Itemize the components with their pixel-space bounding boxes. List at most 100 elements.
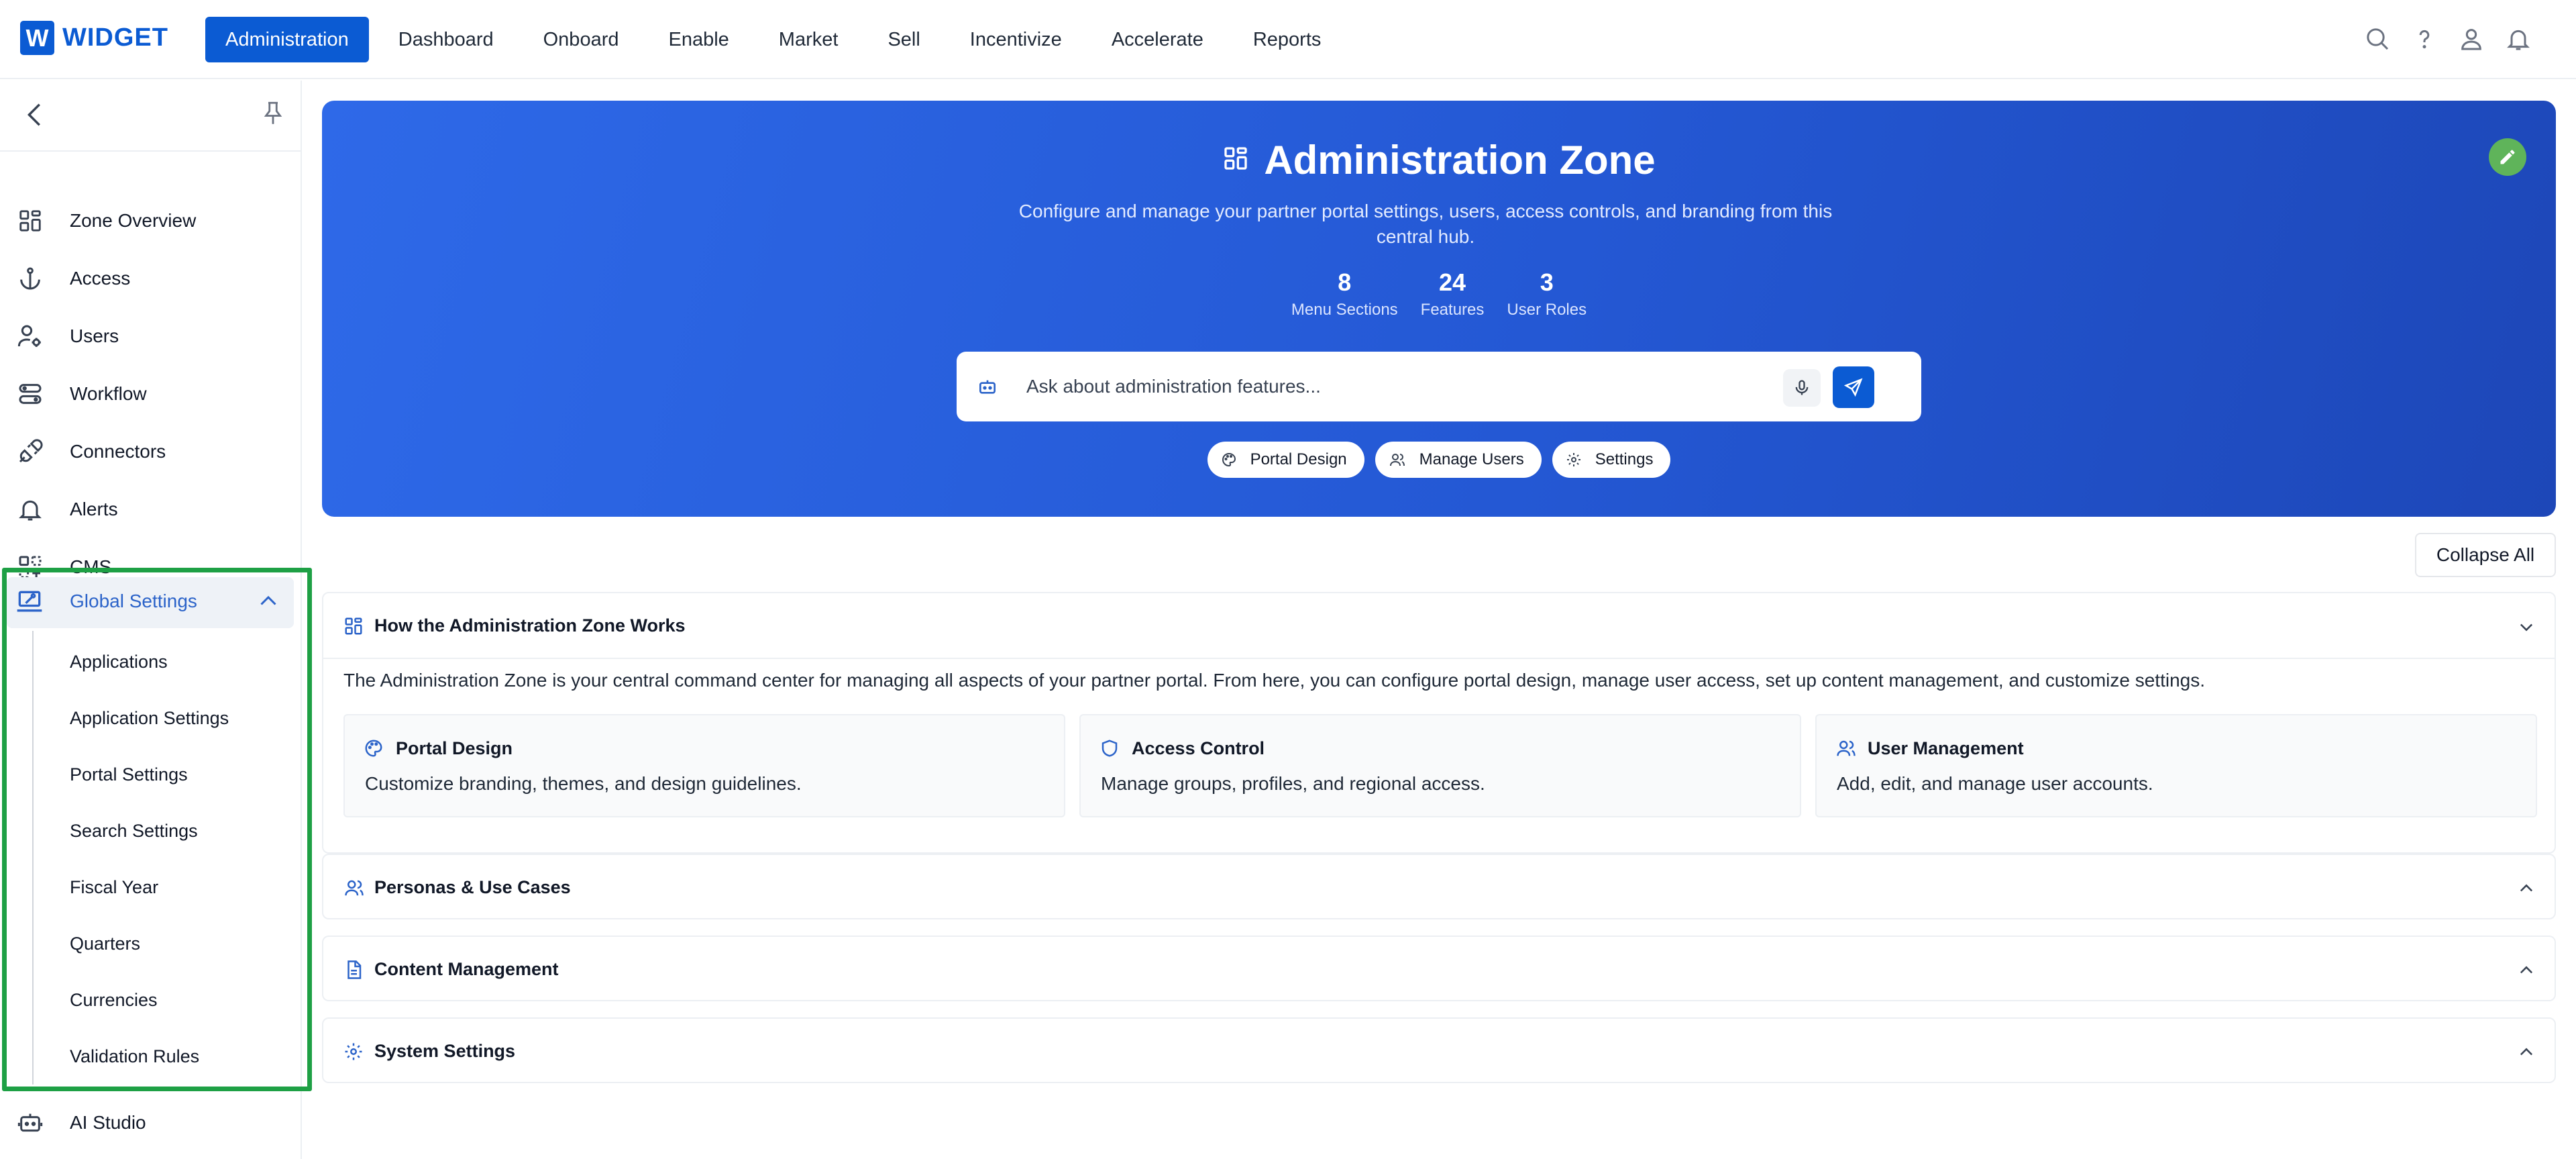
user-icon[interactable] (2455, 23, 2487, 55)
section-description: The Administration Zone is your central … (343, 670, 2205, 691)
card-user-management[interactable]: User Management Add, edit, and manage us… (1815, 714, 2537, 817)
nav-sell[interactable]: Sell (867, 17, 940, 62)
nav-reports[interactable]: Reports (1233, 17, 1342, 62)
hero-banner: Administration Zone Configure and manage… (322, 101, 2556, 517)
microphone-icon[interactable] (1783, 369, 1821, 407)
section-header[interactable]: How the Administration Zone Works (323, 593, 2555, 658)
sidebar-item-zone-overview[interactable]: Zone Overview (0, 197, 302, 244)
chevron-up-icon[interactable] (2517, 1043, 2536, 1065)
nav-enable[interactable]: Enable (648, 17, 749, 62)
sidebar-item-label: Zone Overview (70, 210, 197, 231)
edit-button[interactable] (2489, 138, 2526, 176)
send-button[interactable] (1833, 366, 1874, 408)
chevron-down-icon[interactable] (2517, 617, 2536, 640)
sidebar-header (0, 81, 301, 152)
chevron-up-icon[interactable] (2517, 879, 2536, 901)
bell-icon (15, 494, 46, 525)
grid-icon (15, 205, 46, 236)
shield-icon (1099, 738, 1120, 762)
top-navigation: W WIDGET Administration Dashboard Onboar… (0, 0, 2576, 79)
help-icon[interactable] (2408, 23, 2440, 55)
nav-accelerate[interactable]: Accelerate (1091, 17, 1224, 62)
submenu-item-portal-settings[interactable]: Portal Settings (70, 764, 188, 785)
chip-label: Manage Users (1419, 450, 1524, 468)
sidebar-item-label: Global Settings (70, 591, 197, 611)
chip-label: Settings (1595, 450, 1654, 468)
section-title: System Settings (374, 1040, 516, 1061)
hero-description: Configure and manage your partner portal… (1018, 201, 1833, 247)
submenu-item-currencies[interactable]: Currencies (70, 990, 158, 1011)
card-title: Access Control (1132, 738, 1265, 758)
nav-administration[interactable]: Administration (205, 17, 369, 62)
users-icon (343, 878, 365, 901)
stat-features: 24 Features (1421, 268, 1485, 319)
stat-label: Features (1420, 301, 1485, 319)
chip-portal-design[interactable]: Portal Design (1207, 442, 1364, 478)
anchor-icon (15, 263, 46, 294)
hero-stats: 8 Menu Sections 24 Features 3 User Roles (322, 268, 2556, 319)
stat-menu-sections: 8 Menu Sections (1291, 268, 1398, 319)
sidebar-item-connectors[interactable]: Connectors (0, 428, 302, 475)
quick-chips: Portal Design Manage Users Settings (322, 442, 2556, 478)
card-description: Manage groups, profiles, and regional ac… (1101, 773, 1485, 794)
chip-settings[interactable]: Settings (1552, 442, 1671, 478)
sidebar-item-label: Connectors (70, 441, 166, 462)
submenu-item-search-settings[interactable]: Search Settings (70, 821, 198, 842)
nav-dashboard[interactable]: Dashboard (378, 17, 514, 62)
section-how-it-works: How the Administration Zone Works The Ad… (322, 592, 2556, 854)
submenu-item-quarters[interactable]: Quarters (70, 934, 140, 954)
sidebar-item-ai-studio[interactable]: AI Studio (0, 1099, 302, 1146)
hero-title-row: Administration Zone (322, 137, 2556, 183)
grid-icon (1222, 145, 1249, 175)
stat-value: 3 (1540, 268, 1554, 296)
plug-icon (15, 436, 46, 467)
collapse-all-button[interactable]: Collapse All (2415, 533, 2556, 577)
bell-icon[interactable] (2502, 23, 2534, 55)
chip-label: Portal Design (1250, 450, 1347, 468)
brand-logo[interactable]: W WIDGET (20, 21, 168, 55)
nav-market[interactable]: Market (759, 17, 859, 62)
sidebar-item-access[interactable]: Access (0, 255, 302, 302)
pencil-icon (2500, 150, 2515, 164)
section-title: Content Management (374, 958, 559, 979)
card-portal-design[interactable]: Portal Design Customize branding, themes… (343, 714, 1065, 817)
sidebar-item-label: Users (70, 325, 119, 346)
pin-icon[interactable] (259, 98, 287, 132)
card-description: Customize branding, themes, and design g… (365, 773, 802, 794)
card-description: Add, edit, and manage user accounts. (1837, 773, 2153, 794)
section-content-management: Content Management (322, 936, 2556, 1001)
card-title: Portal Design (396, 738, 513, 758)
card-access-control[interactable]: Access Control Manage groups, profiles, … (1079, 714, 1801, 817)
section-header[interactable]: Content Management (323, 937, 2555, 1001)
submenu-item-applications[interactable]: Applications (70, 652, 168, 672)
chevron-up-icon[interactable] (256, 589, 280, 617)
sidebar-item-global-settings[interactable]: Global Settings (7, 577, 294, 628)
grid-icon (343, 616, 364, 640)
users-icon (1835, 738, 1857, 762)
sidebar-item-workflow[interactable]: Workflow (0, 370, 302, 417)
sidebar-item-users[interactable]: Users (0, 313, 302, 360)
top-actions (2347, 23, 2534, 55)
stat-label: Menu Sections (1291, 301, 1398, 319)
ask-input[interactable] (1026, 372, 1798, 401)
nav-onboard[interactable]: Onboard (523, 17, 639, 62)
submenu-item-application-settings[interactable]: Application Settings (70, 708, 229, 729)
sidebar-item-alerts[interactable]: Alerts (0, 486, 302, 533)
section-header[interactable]: Personas & Use Cases (323, 855, 2555, 919)
stat-label: User Roles (1507, 301, 1587, 319)
sidebar-item-label: AI Studio (70, 1112, 146, 1133)
search-icon[interactable] (2361, 23, 2394, 55)
stat-value: 24 (1439, 268, 1466, 296)
section-header[interactable]: System Settings (323, 1019, 2555, 1083)
page-title: Administration Zone (1264, 138, 1656, 183)
submenu-item-validation-rules[interactable]: Validation Rules (70, 1046, 199, 1067)
submenu-item-fiscal-year[interactable]: Fiscal Year (70, 877, 158, 898)
nav-incentivize[interactable]: Incentivize (950, 17, 1082, 62)
chevron-left-icon[interactable] (20, 99, 51, 134)
gear-icon (1566, 453, 1580, 466)
palette-icon (364, 738, 384, 762)
robot-icon (15, 1107, 46, 1138)
main-menu: Administration Dashboard Onboard Enable … (205, 17, 1350, 62)
chip-manage-users[interactable]: Manage Users (1375, 442, 1542, 478)
chevron-up-icon[interactable] (2517, 961, 2536, 983)
